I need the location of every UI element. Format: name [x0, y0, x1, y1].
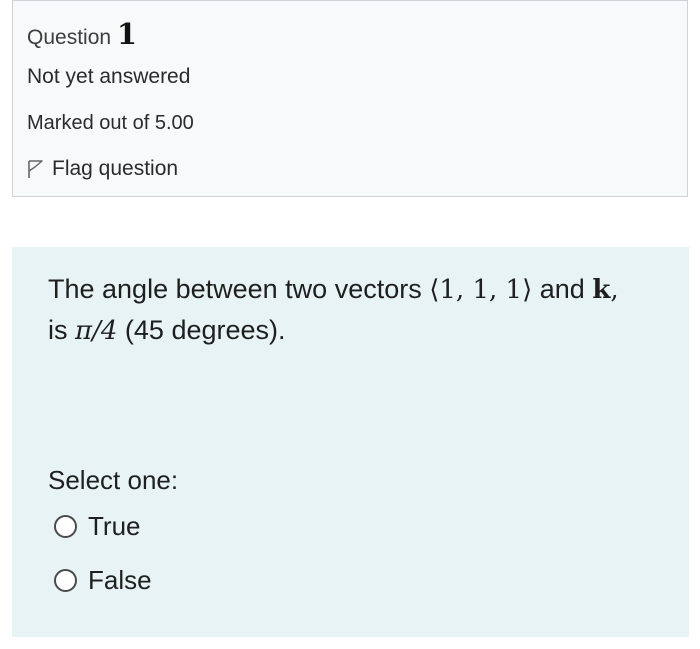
- question-text-intro: The angle between two vectors: [48, 274, 422, 304]
- question-content: The angle between two vectors ⟨1, 1, 1⟩ …: [12, 247, 689, 637]
- question-title: Question 1: [27, 17, 137, 51]
- answer-label-true: True: [88, 511, 141, 541]
- vector-k: k: [592, 275, 611, 305]
- angle-expression: π/4: [75, 316, 118, 346]
- question-text-is: is: [48, 315, 68, 345]
- radio-false[interactable]: [54, 569, 77, 592]
- flag-question-label: Flag question: [52, 157, 179, 180]
- answer-prompt: Select one:: [48, 465, 179, 495]
- question-text-and: and: [539, 274, 585, 304]
- question-text-degrees: (45 degrees).: [124, 315, 286, 345]
- question-number: 1: [116, 17, 138, 51]
- question-label: Question: [27, 26, 112, 49]
- question-info: Question 1 Not yet answered Marked out o…: [12, 0, 688, 197]
- flag-question-button[interactable]: Flag question: [27, 155, 178, 183]
- question-text: The angle between two vectors ⟨1, 1, 1⟩ …: [48, 269, 668, 351]
- radio-true[interactable]: [54, 515, 77, 538]
- answer-label-false: False: [88, 565, 152, 595]
- answer-option-false[interactable]: False: [54, 565, 152, 596]
- answer-option-true[interactable]: True: [54, 511, 141, 542]
- vector-expression: ⟨1, 1, 1⟩: [429, 275, 533, 305]
- question-state: Not yet answered: [27, 65, 191, 88]
- flag-outline-icon: [27, 159, 43, 179]
- question-grade: Marked out of 5.00: [27, 112, 194, 134]
- question-text-comma: ,: [610, 275, 619, 305]
